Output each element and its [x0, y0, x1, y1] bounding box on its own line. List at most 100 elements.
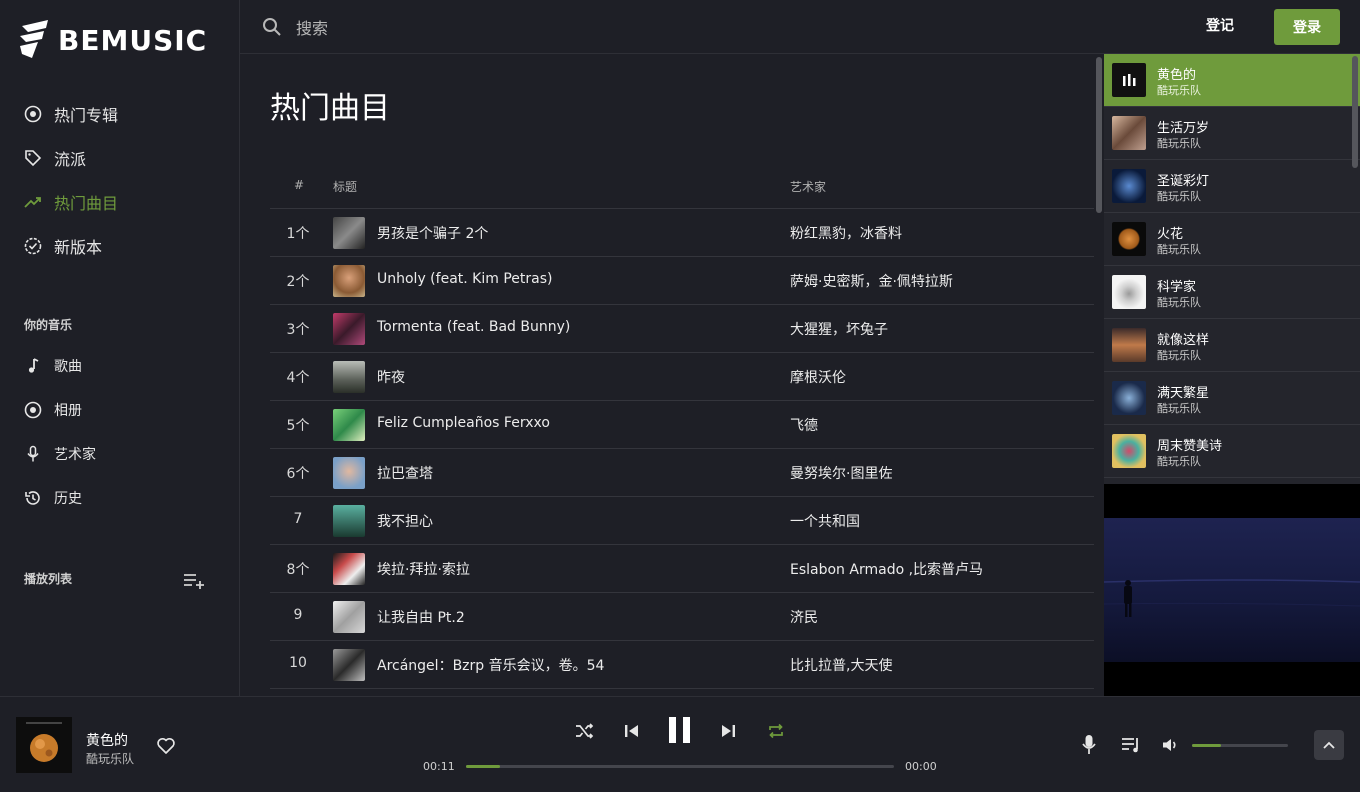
track-artist[interactable]: 曼努埃尔·图里佐: [790, 463, 892, 483]
queue-item-artist: 酷玩乐队: [1157, 84, 1201, 97]
search-icon: [263, 18, 281, 36]
queue-cover: [1112, 116, 1146, 150]
track-cover: [333, 457, 365, 489]
track-artist[interactable]: 一个共和国: [790, 511, 860, 531]
queue-item[interactable]: 周末赞美诗 酷玩乐队: [1104, 425, 1360, 478]
queue-item-title: 生活万岁: [1157, 121, 1210, 136]
album-art: [16, 717, 72, 773]
track-row[interactable]: 2个 Unholy (feat. Kim Petras) 萨姆·史密斯，金·佩特拉斯: [270, 257, 1094, 305]
scrollbar-thumb[interactable]: [1096, 57, 1102, 213]
track-title[interactable]: Feliz Cumpleaños Ferxxo: [377, 415, 550, 431]
track-artist[interactable]: 济民: [790, 607, 818, 627]
track-number: 4个: [286, 370, 310, 386]
track-artist[interactable]: Eslabon Armado ,比索普卢马: [790, 559, 983, 579]
now-playing-artist[interactable]: 酷玩乐队: [86, 750, 134, 767]
nav-label: 流派: [54, 150, 87, 169]
track-title[interactable]: 拉巴查塔: [377, 463, 433, 483]
nav-item-songs[interactable]: 歌曲: [24, 354, 82, 378]
queue-item[interactable]: 就像这样 酷玩乐队: [1104, 319, 1360, 372]
scrollbar-thumb[interactable]: [1352, 56, 1358, 168]
track-artist[interactable]: 粉红黑豹，冰香料: [790, 223, 902, 243]
track-title[interactable]: Tormenta (feat. Bad Bunny): [377, 319, 570, 335]
album-icon: [24, 401, 42, 419]
track-row[interactable]: 4个 昨夜 摩根沃伦: [270, 353, 1094, 401]
volume-slider[interactable]: [1192, 744, 1288, 747]
track-title[interactable]: 让我自由 Pt.2: [377, 607, 465, 627]
column-header-number[interactable]: #: [294, 178, 304, 192]
track-row[interactable]: 8个 埃拉·拜拉·索拉 Eslabon Armado ,比索普卢马: [270, 545, 1094, 593]
queue-scrollbar[interactable]: [1350, 54, 1360, 484]
logo[interactable]: BEMUSIC: [18, 18, 207, 62]
previous-icon[interactable]: [622, 721, 642, 741]
next-icon[interactable]: [718, 721, 738, 741]
track-row[interactable]: 6个 拉巴查塔 曼努埃尔·图里佐: [270, 449, 1094, 497]
volume-icon[interactable]: [1160, 735, 1180, 755]
top-header: 登记 登录: [240, 0, 1360, 54]
track-row[interactable]: 7 我不担心 一个共和国: [270, 497, 1094, 545]
track-cover: [333, 649, 365, 681]
queue-item[interactable]: 黄色的 酷玩乐队: [1104, 54, 1360, 107]
add-playlist-icon[interactable]: [183, 572, 205, 590]
nav-item-new-releases[interactable]: 新版本: [24, 234, 102, 258]
nav-item-genres[interactable]: 流派: [24, 146, 86, 170]
microphone-icon[interactable]: [1080, 734, 1098, 756]
nav-item-artists[interactable]: 艺术家: [24, 442, 96, 466]
track-title[interactable]: 昨夜: [377, 367, 405, 387]
track-artist[interactable]: 摩根沃伦: [790, 367, 846, 387]
queue-item[interactable]: 科学家 酷玩乐队: [1104, 266, 1360, 319]
track-row[interactable]: 3个 Tormenta (feat. Bad Bunny) 大猩猩，坏兔子: [270, 305, 1094, 353]
queue-cover: [1112, 63, 1146, 97]
pause-icon[interactable]: [666, 715, 694, 745]
track-cover: [333, 553, 365, 585]
now-playing-title[interactable]: 黄色的: [86, 730, 128, 750]
track-artist[interactable]: 飞德: [790, 415, 818, 435]
queue-cover: [1112, 434, 1146, 468]
queue-icon[interactable]: [1120, 735, 1142, 755]
queue-item[interactable]: 圣诞彩灯 酷玩乐队: [1104, 160, 1360, 213]
now-playing-cover[interactable]: [16, 717, 72, 773]
history-icon: [25, 491, 40, 505]
track-cover: [333, 361, 365, 393]
queue-item[interactable]: 生活万岁 酷玩乐队: [1104, 107, 1360, 160]
nav-item-popular-albums[interactable]: 热门专辑: [24, 102, 118, 126]
nav-label: 相册: [54, 403, 82, 419]
table-header: # 标题 艺术家: [270, 167, 1094, 209]
playlists-title: 播放列表: [24, 572, 73, 586]
video-player[interactable]: [1104, 484, 1360, 696]
track-title[interactable]: Unholy (feat. Kim Petras): [377, 271, 552, 287]
nav-item-popular-tracks[interactable]: 热门曲目: [24, 190, 118, 214]
track-number: 8个: [286, 562, 310, 578]
search-input[interactable]: [296, 14, 696, 42]
track-title[interactable]: 男孩是个骗子 2个: [377, 223, 488, 243]
queue-item-artist: 酷玩乐队: [1157, 296, 1201, 309]
track-row[interactable]: 10 Arcángel：Bzrp 音乐会议，卷。54 比扎拉普,大天使: [270, 641, 1094, 689]
main-scrollbar[interactable]: [1094, 55, 1104, 696]
shuffle-icon[interactable]: [574, 721, 594, 741]
nav-item-history[interactable]: 历史: [24, 486, 82, 510]
track-row[interactable]: 1个 男孩是个骗子 2个 粉红黑豹，冰香料: [270, 209, 1094, 257]
track-number: 2个: [286, 274, 310, 290]
track-title[interactable]: 埃拉·拜拉·索拉: [377, 559, 470, 579]
nav-label: 歌曲: [54, 359, 82, 375]
nav-item-albums[interactable]: 相册: [24, 398, 82, 422]
track-title[interactable]: 我不担心: [377, 511, 433, 531]
column-header-title[interactable]: 标题: [333, 178, 357, 195]
track-artist[interactable]: 大猩猩，坏兔子: [790, 319, 888, 339]
track-row[interactable]: 9 让我自由 Pt.2 济民: [270, 593, 1094, 641]
expand-button[interactable]: [1314, 730, 1344, 760]
column-header-artist[interactable]: 艺术家: [790, 178, 826, 195]
track-row[interactable]: 5个 Feliz Cumpleaños Ferxxo 飞德: [270, 401, 1094, 449]
track-title[interactable]: Arcángel：Bzrp 音乐会议，卷。54: [377, 655, 604, 675]
queue-item-title: 周末赞美诗: [1157, 439, 1223, 454]
repeat-icon[interactable]: [766, 721, 786, 741]
queue-item-artist: 酷玩乐队: [1157, 455, 1201, 468]
login-button[interactable]: 登录: [1274, 9, 1340, 45]
progress-bar[interactable]: [466, 765, 894, 768]
heart-icon[interactable]: [156, 736, 176, 756]
track-number: 3个: [286, 322, 310, 338]
track-artist[interactable]: 萨姆·史密斯，金·佩特拉斯: [790, 271, 953, 291]
register-button[interactable]: 登记: [1206, 15, 1234, 35]
queue-item[interactable]: 满天繁星 酷玩乐队: [1104, 372, 1360, 425]
queue-item[interactable]: 火花 酷玩乐队: [1104, 213, 1360, 266]
track-artist[interactable]: 比扎拉普,大天使: [790, 655, 892, 675]
